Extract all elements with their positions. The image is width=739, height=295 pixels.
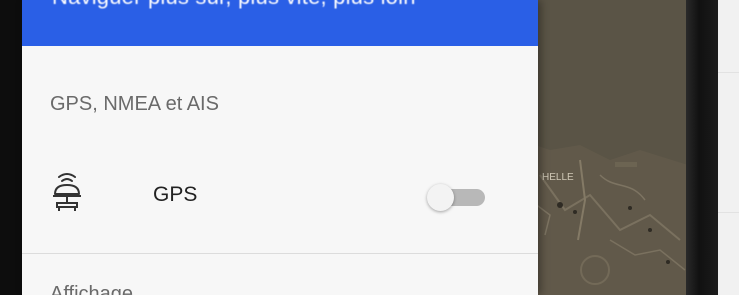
- drawer-header-text: Naviguer plus sûr, plus vite, plus loin: [52, 0, 416, 10]
- section-divider: [22, 253, 538, 254]
- background-panel: [718, 0, 739, 295]
- gps-toggle-switch[interactable]: [427, 184, 487, 211]
- section-title-gps-nmea-ais: GPS, NMEA et AIS: [50, 93, 219, 115]
- gps-label: GPS: [153, 183, 198, 206]
- divider: [718, 72, 739, 73]
- screen: HELLE Naviguer plus sûr, plus vite, plus…: [0, 0, 739, 295]
- gps-setting-row[interactable]: GPS: [22, 160, 538, 232]
- drawer-header: Naviguer plus sûr, plus vite, plus loin: [22, 0, 538, 46]
- divider: [718, 212, 739, 213]
- gps-antenna-icon: [50, 170, 84, 214]
- toggle-thumb: [427, 184, 454, 211]
- device-bezel-right: [686, 0, 718, 295]
- device-bezel-left: [0, 0, 22, 295]
- map-place-label: HELLE: [542, 172, 574, 183]
- map-background[interactable]: HELLE: [520, 0, 688, 295]
- section-title-affichage: Affichage: [50, 283, 134, 295]
- nautical-chart: HELLE: [520, 0, 688, 295]
- navigation-drawer: Naviguer plus sûr, plus vite, plus loin …: [22, 0, 538, 295]
